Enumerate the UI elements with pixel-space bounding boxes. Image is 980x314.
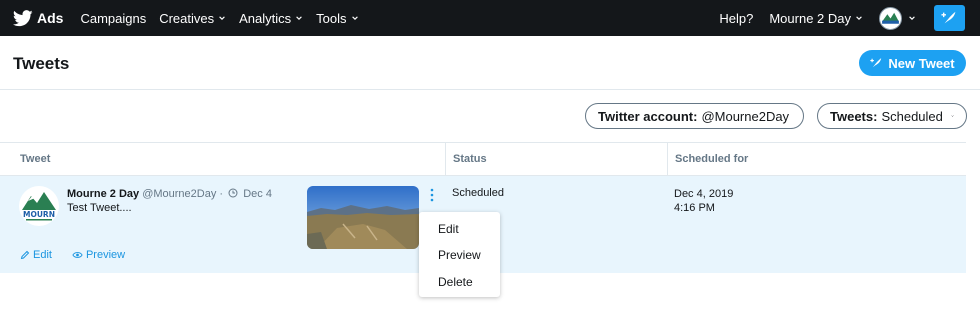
account-name: Mourne 2 Day [769, 10, 851, 26]
scheduled-datetime: Dec 4, 2019 4:16 PM [674, 187, 733, 215]
new-tweet-label: New Tweet [888, 55, 955, 71]
nav-analytics[interactable]: Analytics [239, 11, 303, 26]
compose-tweet-button[interactable] [934, 5, 965, 31]
column-divider [445, 143, 446, 176]
column-header-status[interactable]: Status [453, 153, 487, 165]
tweet-author-line: Mourne 2 Day @Mourne2Day · Dec 4 [67, 188, 272, 200]
menu-item-delete[interactable]: Delete [438, 275, 473, 289]
tweets-type-filter[interactable]: Tweets: Scheduled [817, 103, 967, 129]
tweet-author-name[interactable]: Mourne 2 Day [67, 188, 139, 200]
pencil-icon [20, 250, 30, 260]
nav-campaigns-label: Campaigns [80, 10, 147, 26]
tweet-date: Dec 4 [243, 188, 272, 200]
filter-value: @Mourne2Day [701, 108, 790, 124]
nav-creatives-label: Creatives [159, 10, 215, 26]
twitter-ads-logo[interactable]: Ads [13, 9, 64, 27]
edit-link[interactable]: Edit [20, 249, 62, 261]
header-divider [0, 89, 980, 90]
filter-label: Tweets: [830, 108, 878, 124]
chevron-down-icon [909, 16, 915, 20]
scheduled-date: Dec 4, 2019 [674, 188, 734, 200]
page-title: Tweets [13, 54, 70, 73]
profile-menu[interactable] [879, 6, 916, 30]
new-tweet-button[interactable]: New Tweet [859, 50, 966, 76]
tweet-status: Scheduled [452, 187, 504, 199]
preview-link-label: Preview [85, 249, 126, 261]
clock-icon [228, 188, 238, 198]
filter-label: Twitter account: [598, 108, 698, 124]
nav-creatives[interactable]: Creatives [159, 11, 226, 26]
account-switcher[interactable]: Mourne 2 Day [769, 11, 863, 26]
preview-link[interactable]: Preview [72, 249, 135, 261]
compose-quill-icon [940, 11, 955, 24]
mourne-logo-icon: MOURN [22, 192, 56, 221]
help-link[interactable]: Help? [719, 11, 753, 26]
more-options-icon[interactable] [429, 188, 435, 202]
chevron-down-icon [951, 115, 954, 117]
chevron-down-icon [296, 16, 302, 20]
twitter-account-filter[interactable]: Twitter account: @Mourne2Day [585, 103, 804, 129]
column-divider [667, 143, 668, 176]
nav-analytics-label: Analytics [239, 10, 292, 26]
mourne-logo-icon [882, 12, 899, 24]
eye-icon [72, 252, 83, 258]
tweet-options-menu: Edit Preview Delete [419, 212, 500, 297]
brand-label: Ads [37, 10, 64, 26]
chevron-down-icon [351, 16, 358, 20]
twitter-bird-icon [13, 9, 33, 26]
edit-link-label: Edit [33, 249, 52, 261]
tweet-text: Test Tweet.... [67, 202, 132, 214]
top-nav: Ads Campaigns Creatives Analytics Tools … [0, 0, 980, 36]
mountain-landscape-image [307, 186, 419, 249]
menu-item-preview[interactable]: Preview [438, 248, 481, 262]
menu-item-edit[interactable]: Edit [438, 222, 459, 236]
avatar [879, 6, 902, 30]
tweet-author-handle: @Mourne2Day [142, 188, 217, 200]
scheduled-time: 4:16 PM [674, 202, 715, 214]
nav-tools-label: Tools [316, 10, 347, 26]
table-header: Tweet Status Scheduled for [0, 142, 966, 176]
meta-separator: · [219, 188, 224, 200]
chevron-down-icon [856, 16, 862, 20]
compose-quill-icon [870, 58, 882, 68]
nav-campaigns[interactable]: Campaigns [80, 11, 146, 26]
column-header-tweet[interactable]: Tweet [20, 153, 50, 165]
filter-value: Scheduled [881, 108, 943, 124]
tweet-media-thumbnail[interactable] [307, 186, 419, 249]
tweet-avatar: MOURN [19, 186, 59, 226]
tweet-actions: Edit Preview [20, 249, 145, 261]
nav-tools[interactable]: Tools [316, 11, 358, 26]
column-header-scheduled-for[interactable]: Scheduled for [675, 153, 748, 165]
chevron-down-icon [219, 16, 225, 20]
avatar-logo-text: MOURN [23, 210, 55, 219]
